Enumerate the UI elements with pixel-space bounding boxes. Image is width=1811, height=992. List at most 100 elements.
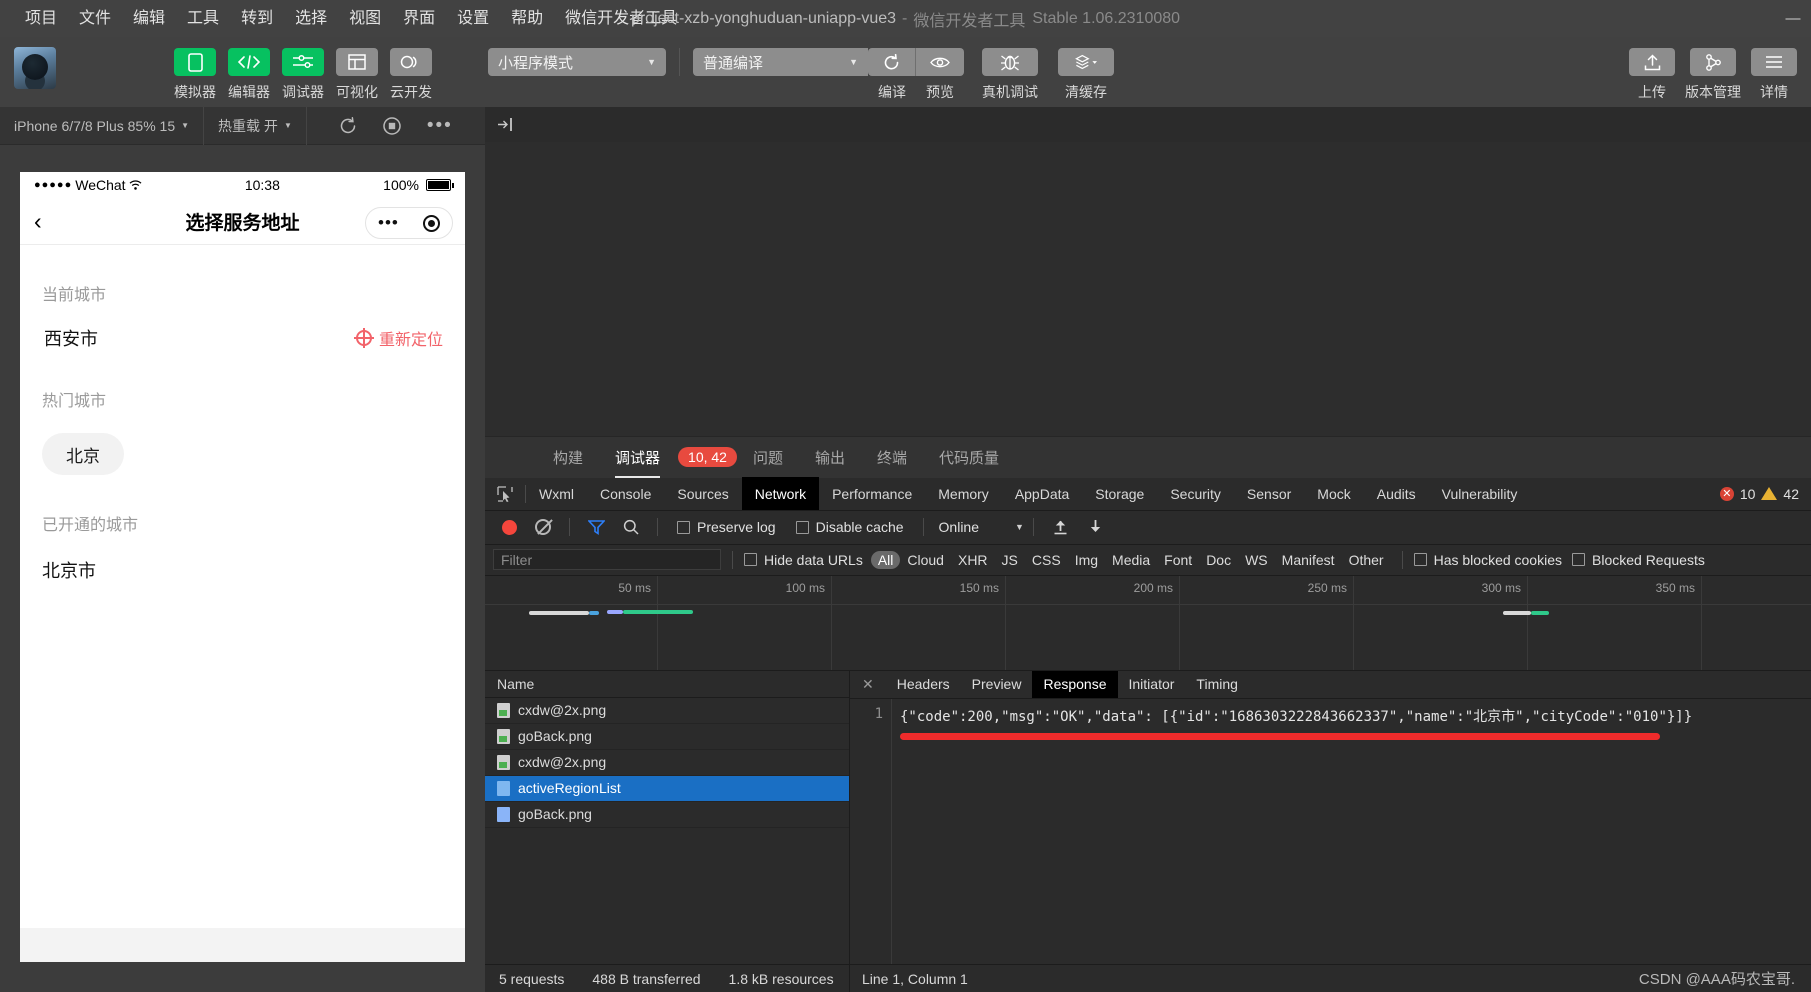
- target-icon[interactable]: [422, 214, 440, 232]
- devtools-tab-vulnerability[interactable]: Vulnerability: [1429, 477, 1531, 510]
- menu-item-file[interactable]: 文件: [68, 6, 122, 31]
- filter-type-font[interactable]: Font: [1157, 551, 1199, 569]
- status-time: 10:38: [244, 177, 280, 193]
- toolbar-button-editor[interactable]: 编辑器: [228, 48, 270, 102]
- devtools-tab-storage[interactable]: Storage: [1082, 477, 1157, 510]
- devtools-tab-security[interactable]: Security: [1157, 477, 1234, 510]
- devtools-tab-performance[interactable]: Performance: [819, 477, 925, 510]
- main-toolbar: 模拟器 编辑器 调试器 可视化 云开发 小程序模式 ▼ 普通编译 ▼ 编译 预览…: [0, 37, 1811, 107]
- table-row[interactable]: cxdw@2x.png: [485, 698, 849, 724]
- clear-icon[interactable]: [535, 519, 551, 535]
- hot-city-chip[interactable]: 北京: [42, 433, 124, 475]
- table-row[interactable]: activeRegionList: [485, 775, 849, 802]
- menu-item-devtools[interactable]: 微信开发者工具: [554, 6, 688, 31]
- devtools-tab-mock[interactable]: Mock: [1304, 477, 1363, 510]
- detail-tab-initiator[interactable]: Initiator: [1118, 670, 1186, 698]
- detail-tab-preview[interactable]: Preview: [961, 670, 1033, 698]
- relocate-button[interactable]: 重新定位: [353, 326, 443, 350]
- detail-button[interactable]: 详情: [1751, 48, 1797, 102]
- detail-tab-response[interactable]: Response: [1032, 670, 1118, 698]
- devtools-tab-sources[interactable]: Sources: [664, 477, 741, 510]
- capsule-more-icon[interactable]: •••: [378, 213, 399, 233]
- panel-tab-problems[interactable]: 问题: [737, 436, 799, 478]
- version-control-button[interactable]: 版本管理: [1685, 48, 1741, 102]
- panel-toggle-icon[interactable]: [497, 117, 514, 132]
- remote-debug-button[interactable]: 真机调试: [982, 48, 1038, 102]
- devtools-tab-wxml[interactable]: Wxml: [526, 477, 587, 510]
- minimize-icon[interactable]: —: [1775, 0, 1811, 37]
- hot-reload-select[interactable]: 热重载 开 ▼: [204, 107, 306, 145]
- toolbar-button-cloud[interactable]: 云开发: [390, 48, 432, 102]
- compile-select[interactable]: 普通编译 ▼: [693, 48, 868, 76]
- filter-type-manifest[interactable]: Manifest: [1275, 551, 1342, 569]
- filter-type-doc[interactable]: Doc: [1199, 551, 1238, 569]
- menu-item-project[interactable]: 项目: [14, 6, 68, 31]
- menu-item-tools[interactable]: 工具: [176, 6, 230, 31]
- table-row[interactable]: cxdw@2x.png: [485, 750, 849, 776]
- refresh-icon[interactable]: [339, 116, 357, 135]
- response-body-view[interactable]: 1 {"code":200,"msg":"OK","data": [{"id":…: [850, 698, 1811, 964]
- menu-item-view[interactable]: 视图: [338, 6, 392, 31]
- panel-tab-code-quality[interactable]: 代码质量: [923, 436, 1015, 478]
- filter-type-xhr[interactable]: XHR: [951, 551, 995, 569]
- hide-data-urls-checkbox[interactable]: Hide data URLs: [744, 552, 863, 568]
- preview-button[interactable]: [916, 48, 964, 76]
- filter-type-media[interactable]: Media: [1105, 551, 1157, 569]
- user-avatar[interactable]: [14, 47, 56, 89]
- device-select[interactable]: iPhone 6/7/8 Plus 85% 15 ▼: [0, 107, 203, 145]
- menu-item-help[interactable]: 帮助: [500, 6, 554, 31]
- search-icon[interactable]: [623, 519, 639, 535]
- devtools-tab-memory[interactable]: Memory: [925, 477, 1002, 510]
- compile-button[interactable]: [868, 48, 916, 76]
- stop-icon[interactable]: [383, 116, 401, 135]
- devtools-tab-console[interactable]: Console: [587, 477, 664, 510]
- opened-city-item[interactable]: 北京市: [20, 535, 465, 583]
- filter-type-img[interactable]: Img: [1068, 551, 1105, 569]
- filter-type-cloud[interactable]: Cloud: [900, 551, 951, 569]
- more-icon[interactable]: •••: [427, 116, 453, 135]
- menu-item-settings[interactable]: 设置: [446, 6, 500, 31]
- has-blocked-cookies-checkbox[interactable]: Has blocked cookies: [1413, 552, 1562, 568]
- detail-tab-headers[interactable]: Headers: [886, 670, 961, 698]
- close-icon[interactable]: ✕: [850, 676, 886, 693]
- devtools-tab-appdata[interactable]: AppData: [1002, 477, 1082, 510]
- filter-type-js[interactable]: JS: [995, 551, 1025, 569]
- network-timeline[interactable]: 50 ms 100 ms 150 ms 200 ms 250 ms 300 ms…: [485, 575, 1811, 671]
- chevron-down-icon[interactable]: ▼: [1015, 522, 1024, 532]
- toolbar-button-simulator[interactable]: 模拟器: [174, 48, 216, 102]
- clear-cache-button[interactable]: 清缓存: [1058, 48, 1114, 102]
- upload-arrow-icon[interactable]: [1053, 519, 1068, 535]
- menu-item-goto[interactable]: 转到: [230, 6, 284, 31]
- devtools-tab-network[interactable]: Network: [741, 477, 820, 510]
- upload-button[interactable]: 上传: [1629, 48, 1675, 102]
- preserve-log-checkbox[interactable]: Preserve log: [677, 519, 776, 535]
- detail-tab-timing[interactable]: Timing: [1185, 670, 1249, 698]
- mode-select[interactable]: 小程序模式 ▼: [488, 48, 666, 76]
- download-arrow-icon[interactable]: [1088, 519, 1103, 535]
- menu-item-interface[interactable]: 界面: [392, 6, 446, 31]
- filter-type-css[interactable]: CSS: [1025, 551, 1068, 569]
- record-icon[interactable]: [502, 519, 517, 535]
- panel-tab-debugger[interactable]: 调试器: [599, 436, 676, 478]
- throttling-select[interactable]: Online: [939, 519, 979, 535]
- toolbar-button-debugger[interactable]: 调试器: [282, 48, 324, 102]
- filter-input[interactable]: Filter: [493, 549, 721, 570]
- menu-item-edit[interactable]: 编辑: [122, 6, 176, 31]
- disable-cache-checkbox[interactable]: Disable cache: [795, 519, 904, 535]
- filter-type-ws[interactable]: WS: [1238, 551, 1275, 569]
- devtools-issue-counts[interactable]: ✕ 10 42: [1719, 486, 1799, 502]
- filter-funnel-icon[interactable]: [588, 519, 605, 535]
- devtools-tab-sensor[interactable]: Sensor: [1234, 477, 1304, 510]
- devtools-tab-audits[interactable]: Audits: [1364, 477, 1429, 510]
- panel-tab-build[interactable]: 构建: [537, 436, 599, 478]
- toolbar-button-visual[interactable]: 可视化: [336, 48, 378, 102]
- filter-type-other[interactable]: Other: [1342, 551, 1391, 569]
- table-row[interactable]: goBack.png: [485, 724, 849, 750]
- panel-tab-output[interactable]: 输出: [799, 436, 861, 478]
- inspect-cursor-icon[interactable]: [485, 485, 525, 502]
- panel-tab-terminal[interactable]: 终端: [861, 436, 923, 478]
- menu-item-select[interactable]: 选择: [284, 6, 338, 31]
- filter-type-all[interactable]: All: [870, 550, 901, 569]
- blocked-requests-checkbox[interactable]: Blocked Requests: [1572, 552, 1705, 568]
- table-row[interactable]: goBack.png: [485, 802, 849, 828]
